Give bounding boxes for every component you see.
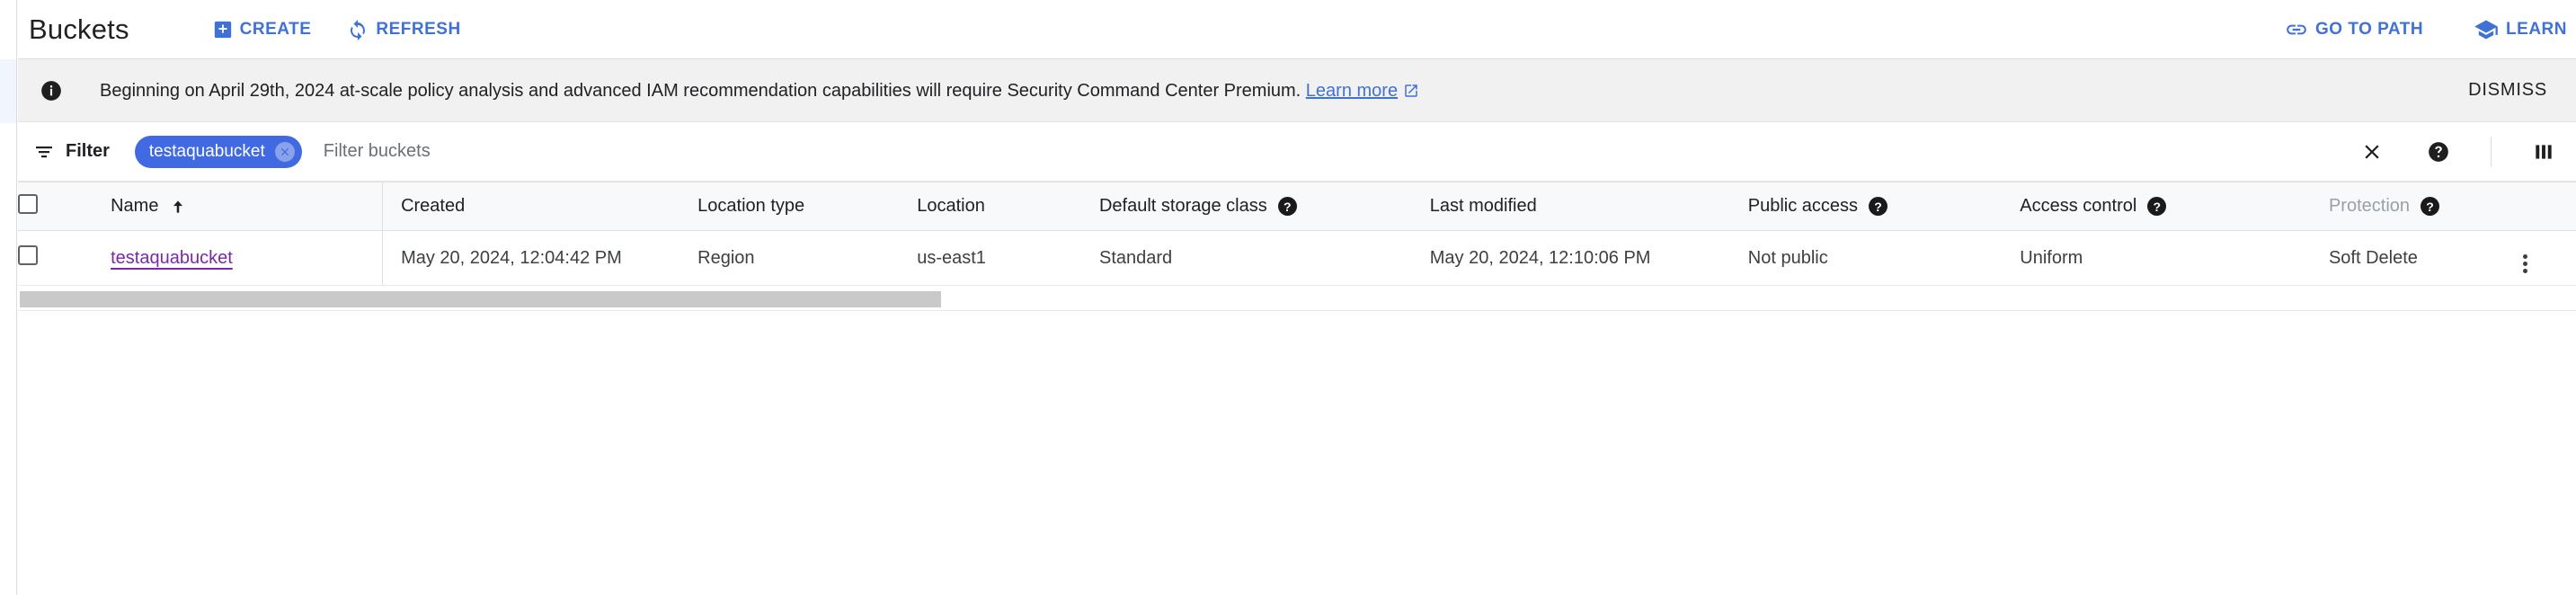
default-storage-class-help-icon[interactable]: ? <box>1277 197 1297 216</box>
column-header-name-label: Name <box>111 196 159 216</box>
refresh-button[interactable]: REFRESH <box>347 19 460 40</box>
column-display-options-icon <box>2532 140 2555 164</box>
filter-help-button[interactable] <box>2419 132 2458 172</box>
column-header-last-modified[interactable]: Last modified <box>1429 182 1748 231</box>
column-header-protection-label: Protection <box>2328 196 2411 216</box>
filter-chip-testaquabucket[interactable]: testaquabucket <box>134 135 302 168</box>
help-icon <box>2427 140 2450 164</box>
notification-banner: Beginning on April 29th, 2024 at-scale p… <box>18 59 2576 122</box>
link-icon <box>2285 18 2308 41</box>
cell-name: testaquabucket <box>111 230 384 286</box>
buckets-page: Buckets CREATE REFRESH GO TO PATH LEARN … <box>18 0 2576 595</box>
cell-row-actions <box>2514 230 2576 286</box>
access-control-help-icon[interactable]: ? <box>2147 197 2167 216</box>
bucket-name-link[interactable]: testaquabucket <box>111 248 233 268</box>
column-header-default-storage-class[interactable]: Default storage class ? <box>1098 182 1430 231</box>
column-header-created[interactable]: Created <box>382 182 698 231</box>
chip-remove-icon[interactable] <box>274 141 295 162</box>
buckets-table: Name Created Location type Location Defa… <box>18 182 2576 286</box>
row-select-cell <box>18 230 111 286</box>
sort-ascending-arrow-icon <box>169 198 187 216</box>
select-all-header <box>18 182 111 231</box>
more-vert-icon[interactable] <box>2514 253 2536 273</box>
header-actions: CREATE REFRESH <box>213 19 461 40</box>
scrollbar-thumb[interactable] <box>20 291 941 307</box>
banner-dismiss-button[interactable]: DISMISS <box>2468 80 2547 101</box>
clear-filters-button[interactable] <box>2352 132 2392 172</box>
learn-label: LEARN <box>2506 20 2567 39</box>
learn-button[interactable]: LEARN <box>2474 17 2567 42</box>
table-horizontal-scrollbar[interactable] <box>18 286 2576 311</box>
go-to-path-button[interactable]: GO TO PATH <box>2285 18 2423 41</box>
page-title: Buckets <box>29 13 129 45</box>
go-to-path-label: GO TO PATH <box>2314 20 2424 39</box>
page-empty-space <box>18 311 2576 491</box>
buckets-table-container: Name Created Location type Location Defa… <box>18 182 2576 286</box>
page-header: Buckets CREATE REFRESH GO TO PATH LEARN <box>18 0 2576 59</box>
column-header-public-access-label: Public access <box>1747 196 1859 216</box>
filter-label-group: Filter <box>33 141 110 163</box>
filter-list-icon <box>33 141 55 163</box>
column-header-location-label: Location <box>917 196 985 216</box>
cell-last-modified: May 20, 2024, 12:10:06 PM <box>1429 230 1748 286</box>
banner-left-tint <box>0 59 16 123</box>
cell-protection: Soft Delete <box>2328 230 2515 286</box>
table-header-row: Name Created Location type Location Defa… <box>18 182 2576 231</box>
column-header-location[interactable]: Location <box>917 182 1099 231</box>
column-header-access-control[interactable]: Access control ? <box>2020 182 2329 231</box>
column-display-options-button[interactable] <box>2524 132 2563 172</box>
column-header-public-access[interactable]: Public access ? <box>1747 182 2021 231</box>
create-button-label: CREATE <box>239 19 312 39</box>
toolbar-divider <box>2491 136 2492 167</box>
column-header-last-modified-label: Last modified <box>1429 196 1537 216</box>
cell-access-control: Uniform <box>2020 230 2329 286</box>
cell-created: May 20, 2024, 12:04:42 PM <box>382 230 698 286</box>
refresh-icon <box>347 19 369 40</box>
select-all-checkbox[interactable] <box>18 193 38 214</box>
protection-help-icon[interactable]: ? <box>2421 197 2440 216</box>
create-button[interactable]: CREATE <box>213 20 312 40</box>
column-header-created-label: Created <box>401 196 466 216</box>
column-header-access-control-label: Access control <box>2020 196 2137 216</box>
table-row[interactable]: testaquabucket May 20, 2024, 12:04:42 PM… <box>18 230 2576 286</box>
search-input[interactable] <box>321 140 775 163</box>
banner-text-container: Beginning on April 29th, 2024 at-scale p… <box>100 80 1419 102</box>
filter-bar: Filter testaquabucket <box>18 122 2576 182</box>
open-in-new-icon <box>1403 83 1419 99</box>
graduation-cap-icon <box>2474 17 2499 42</box>
column-header-name[interactable]: Name <box>111 182 384 231</box>
plus-square-icon <box>213 20 233 40</box>
banner-message: Beginning on April 29th, 2024 at-scale p… <box>100 80 1301 101</box>
filter-chip-label: testaquabucket <box>148 141 265 161</box>
column-header-location-type-label: Location type <box>697 196 805 216</box>
column-header-default-storage-class-label: Default storage class <box>1098 196 1267 216</box>
refresh-button-label: REFRESH <box>376 19 461 39</box>
nav-rail-edge <box>0 0 17 595</box>
close-icon <box>2360 140 2384 164</box>
cell-public-access: Not public <box>1747 230 2021 286</box>
info-icon <box>40 79 63 102</box>
column-header-row-actions <box>2514 182 2576 231</box>
cell-location: us-east1 <box>917 230 1099 286</box>
banner-learn-more-link[interactable]: Learn more <box>1306 81 1398 101</box>
cell-location-type: Region <box>697 230 918 286</box>
header-right-actions: GO TO PATH LEARN <box>2285 0 2567 59</box>
public-access-help-icon[interactable]: ? <box>1869 197 1888 216</box>
cell-storage-class: Standard <box>1098 230 1430 286</box>
filter-bar-right-actions <box>2352 132 2563 172</box>
column-header-location-type[interactable]: Location type <box>697 182 918 231</box>
row-checkbox[interactable] <box>18 245 38 265</box>
column-header-protection[interactable]: Protection ? <box>2328 182 2515 231</box>
filter-label: Filter <box>66 141 110 161</box>
